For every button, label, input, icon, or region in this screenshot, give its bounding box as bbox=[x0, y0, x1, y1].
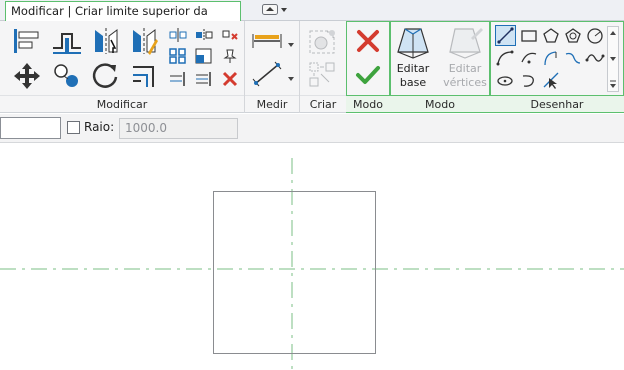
fillet-arc-icon bbox=[565, 52, 581, 64]
measure-dropdown-arrow[interactable] bbox=[287, 38, 295, 47]
options-bar-field[interactable] bbox=[0, 117, 61, 139]
edit-vertices-label-line2: vértices bbox=[443, 76, 487, 89]
radius-input[interactable]: 1000.0 bbox=[119, 118, 238, 139]
circle-icon bbox=[587, 28, 603, 44]
rotate-button[interactable] bbox=[89, 60, 123, 92]
measure-between-refs-button[interactable] bbox=[250, 28, 286, 52]
draw-ellipse-button[interactable] bbox=[495, 70, 515, 90]
tab-modify-create-top-boundary[interactable]: Modificar | Criar limite superior da mes… bbox=[5, 1, 241, 36]
panel-title-edit-mode: Modo bbox=[390, 95, 490, 112]
ellipse-icon bbox=[497, 76, 513, 86]
dimension-dropdown-arrow[interactable] bbox=[287, 72, 295, 81]
rotate-icon bbox=[92, 63, 118, 88]
delete-icon bbox=[222, 71, 238, 87]
aligned-dimension-button[interactable] bbox=[250, 60, 286, 88]
mirror-pick-axis-icon bbox=[95, 28, 118, 54]
draw-circle-button[interactable] bbox=[585, 26, 605, 46]
mirror-pick-axis-button[interactable] bbox=[89, 25, 123, 57]
trim-extend-corner-icon bbox=[133, 66, 154, 87]
trim-extend-multiple-icon bbox=[196, 72, 211, 86]
draw-center-ends-arc-button[interactable] bbox=[519, 48, 539, 68]
create-similar-button[interactable] bbox=[305, 59, 341, 91]
trim-extend-corner-button[interactable] bbox=[127, 60, 161, 92]
copy-button[interactable] bbox=[49, 60, 85, 92]
draw-spline-button[interactable] bbox=[585, 48, 605, 68]
draw-inscribed-polygon-button[interactable] bbox=[541, 26, 561, 46]
cancel-edit-mode-button[interactable] bbox=[353, 26, 383, 56]
edit-vertices-button[interactable]: Editar vértices bbox=[441, 24, 489, 94]
spline-icon bbox=[585, 54, 605, 62]
edit-vertices-label-line1: Editar bbox=[448, 62, 482, 75]
offset-button[interactable] bbox=[49, 25, 85, 57]
finish-check-icon bbox=[356, 66, 380, 84]
cancel-x-icon bbox=[357, 30, 379, 52]
draw-tangent-end-arc-button[interactable] bbox=[541, 48, 561, 68]
panel-title-modify: Modificar bbox=[0, 95, 244, 112]
trim-extend-single-icon bbox=[170, 72, 185, 86]
tangent-end-arc-icon bbox=[544, 51, 557, 66]
move-button[interactable] bbox=[10, 60, 44, 92]
scale-icon bbox=[195, 48, 212, 64]
edit-base-button[interactable]: Editar base bbox=[393, 24, 433, 94]
panel-title-measure: Medir bbox=[245, 95, 299, 112]
offset-icon bbox=[53, 33, 81, 54]
draw-rectangle-button[interactable] bbox=[519, 26, 539, 46]
edit-base-icon bbox=[397, 28, 429, 59]
draw-fillet-arc-button[interactable] bbox=[563, 48, 583, 68]
pick-lines-icon bbox=[543, 72, 559, 89]
draw-line-button[interactable] bbox=[495, 25, 516, 46]
line-icon bbox=[497, 27, 514, 44]
unpin-button[interactable] bbox=[220, 26, 240, 44]
move-icon bbox=[14, 63, 40, 89]
array-button[interactable] bbox=[168, 47, 188, 65]
edit-vertices-icon bbox=[449, 28, 483, 59]
draw-partial-ellipse-button[interactable] bbox=[519, 70, 539, 90]
mirror-draw-axis-button[interactable] bbox=[127, 25, 161, 57]
circumscribed-polygon-icon bbox=[565, 28, 581, 43]
center-ends-arc-icon bbox=[521, 52, 537, 64]
create-group-button[interactable] bbox=[305, 25, 341, 59]
split-element-button[interactable] bbox=[168, 26, 188, 44]
inscribed-polygon-icon bbox=[543, 28, 559, 43]
pin-button[interactable] bbox=[220, 47, 240, 65]
radius-label: Raio: bbox=[84, 120, 115, 134]
pick-lines-button[interactable] bbox=[541, 70, 561, 90]
ribbon-display-toggle-button[interactable] bbox=[262, 3, 288, 17]
draw-gallery-scroller[interactable] bbox=[607, 26, 619, 92]
scale-button[interactable] bbox=[194, 47, 214, 65]
draw-circumscribed-polygon-button[interactable] bbox=[563, 26, 583, 46]
panel-title-draw: Desenhar bbox=[490, 95, 624, 112]
mirror-draw-axis-icon bbox=[133, 28, 158, 55]
start-end-arc-icon bbox=[496, 50, 514, 66]
edit-base-label-line1: Editar bbox=[396, 62, 430, 75]
panel-title-create: Criar bbox=[300, 95, 346, 112]
edit-base-label-line2: base bbox=[399, 76, 427, 89]
copy-icon bbox=[54, 64, 78, 87]
panel-title-mode: Modo bbox=[346, 95, 390, 112]
blend-base-rectangle bbox=[213, 191, 376, 354]
pin-icon bbox=[223, 49, 237, 63]
trim-extend-single-button[interactable] bbox=[168, 70, 188, 88]
rectangle-icon bbox=[521, 30, 537, 42]
array-icon bbox=[169, 48, 186, 64]
radius-checkbox[interactable] bbox=[67, 121, 80, 134]
split-gap-icon bbox=[196, 29, 213, 41]
drawing-canvas[interactable] bbox=[0, 144, 624, 370]
measure-icon bbox=[252, 34, 282, 48]
split-element-icon bbox=[169, 28, 187, 42]
finish-edit-mode-button[interactable] bbox=[353, 60, 383, 90]
align-icon bbox=[14, 29, 39, 53]
draw-start-end-arc-button[interactable] bbox=[495, 48, 515, 68]
align-button[interactable] bbox=[10, 25, 44, 57]
unpin-icon bbox=[222, 30, 238, 40]
create-similar-icon bbox=[309, 62, 335, 87]
aligned-dimension-icon bbox=[252, 61, 282, 87]
split-gap-button[interactable] bbox=[194, 26, 214, 44]
delete-button[interactable] bbox=[220, 70, 240, 88]
create-group-icon bbox=[309, 30, 335, 54]
partial-ellipse-icon bbox=[522, 75, 534, 87]
trim-extend-multiple-button[interactable] bbox=[194, 70, 214, 88]
